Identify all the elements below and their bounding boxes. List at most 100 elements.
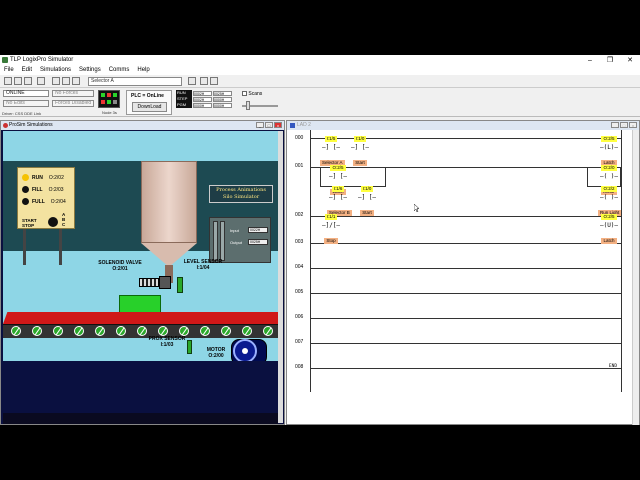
scan-slider-knob[interactable] [246,101,250,110]
mode-value: 0025H [213,90,232,96]
rung1-contact-start[interactable]: I:1/0 —] [— Start [356,177,378,219]
tools-icon[interactable] [188,77,196,85]
sim-vertical-scrollbar[interactable] [278,131,283,423]
mode-value: 0002H [193,90,212,96]
close-button[interactable]: ✕ [620,55,640,66]
end-label: END [608,364,618,369]
rung-number: 002 [295,212,304,218]
menu-bar: File Edit Simulations Settings Comms Hel… [0,66,640,75]
cut-icon[interactable] [52,77,60,85]
rung-line [311,293,621,294]
process-banner: Process Animations Silo Simulator [209,185,273,203]
maximize-button[interactable]: ❐ [600,55,620,66]
driver-status: Driver: CSS DDE Link [2,111,42,116]
otu-coil-icon: —(U)— [599,222,619,229]
new-file-icon[interactable] [4,77,12,85]
valve-body [159,276,171,289]
print-icon[interactable] [37,77,45,85]
start-stop-labels: START STOP [22,218,37,228]
selector-switch-labels[interactable]: ABC [62,212,65,227]
mode-panel: RUN 0002H 0025H STEP 0002H 0000H PGM 0000H 000… [176,90,238,115]
node-icon[interactable] [98,90,120,108]
right-power-rail [621,130,622,392]
scan-checkbox[interactable] [242,91,247,97]
fill-indicator: FILL O:2/03 [22,186,64,193]
panel-leg [59,229,62,265]
menu-comms[interactable]: Comms [105,66,134,75]
online-select[interactable]: ONLINE [3,90,49,97]
sim-title: ProSim Simulations [9,122,53,128]
menu-edit[interactable]: Edit [18,66,36,75]
menu-settings[interactable]: Settings [75,66,105,75]
conveyor-roller-icon [200,326,210,336]
solenoid-addr: O:2/01 [112,266,128,272]
zoom-out-icon[interactable] [210,77,218,85]
run-lamp-icon [22,174,29,181]
node-label: Node 3s [102,110,117,115]
fill-lamp-icon [22,186,29,193]
solenoid-valve [139,278,159,287]
menu-simulations[interactable]: Simulations [36,66,75,75]
solenoid-label: SOLENOID VALVE O:2/01 [97,260,143,272]
silo-scene: RUN O:2/02 FILL O:2/03 FULL O:2/04 START STO… [3,131,278,361]
simulation-window: ProSim Simulations _ □ x RUN O:2/02 FILL O:2… [0,120,285,425]
prox-addr: I:1/03 [160,342,174,348]
level-sensor [177,277,183,293]
conveyor-roller-icon [263,326,273,336]
prox-sensor [187,340,192,354]
conveyor-roller-icon [158,326,168,336]
sim-titlebar: ProSim Simulations _ □ x [1,121,284,130]
conveyor-belt [3,312,278,324]
conveyor-roller-icon [137,326,147,336]
contact-addr: I:1/1 [324,214,338,220]
app-title: TLP LogixPro Simulator [10,57,74,63]
minimize-button[interactable]: – [580,55,600,66]
control-bar: ONLINE No Forces No Edits Forces Disable… [0,88,640,117]
mode-value: 0000H [213,96,232,102]
ladder-close-button[interactable]: x [629,122,637,128]
level-sensor-label: LEVEL SENSOR I:1/04 [183,259,223,271]
selector-dropdown[interactable]: Selector A [88,77,182,86]
level-addr: I:1/04 [196,265,210,271]
sim-maximize-button[interactable]: □ [265,122,273,128]
ladder-vertical-scrollbar[interactable] [632,130,639,425]
full-label: FULL [32,198,45,205]
forces-disabled-select[interactable]: Forces Disabled [52,100,94,107]
coil-addr: O:2/5 [601,214,617,220]
menu-help[interactable]: Help [133,66,153,75]
rack-card [220,221,225,261]
menu-file[interactable]: File [0,66,18,75]
paste-icon[interactable] [72,77,80,85]
mode-value: 0002H [193,96,212,102]
open-file-icon[interactable] [14,77,22,85]
rung2-coil-unlatch[interactable]: O:2/5 —(U)— Latch [598,205,620,247]
copy-icon[interactable] [62,77,70,85]
coil-tag: Latch [601,238,617,244]
full-indicator: FULL O:2/04 [22,198,66,205]
download-button[interactable]: DownLoad [132,102,167,112]
mouse-cursor-icon [414,204,419,212]
rung-number: 001 [295,163,304,169]
start-stop-button[interactable] [48,217,58,227]
save-icon[interactable] [24,77,32,85]
contact-tag: Start [353,160,367,166]
zoom-in-icon[interactable] [200,77,208,85]
ladder-window: LAD 2 _ □ x 000 001 002 003 004 005 006 00… [286,120,640,425]
forces-select[interactable]: No Forces [52,90,94,97]
edits-select[interactable]: No Edits [3,100,49,107]
rung0-contact-start[interactable]: I:1/0 —] [— Start [349,127,371,169]
mode-pgm-row[interactable]: PGM 0000H 0000H [176,102,238,108]
xic-icon: —] [— [328,194,348,201]
sim-minimize-button[interactable]: _ [256,122,264,128]
rung2-contact-stop[interactable]: I:1/1 —]/[— Stop [320,205,342,247]
ladder-maximize-button[interactable]: □ [620,122,628,128]
ladder-icon [290,123,295,128]
rack-input-value: 0022H [248,227,268,233]
run-addr: O:2/02 [48,174,64,181]
run-indicator: RUN O:2/02 [22,174,64,181]
sim-close-button[interactable]: x [274,122,282,128]
rung-number: 006 [295,314,304,320]
panel-leg [23,229,26,265]
sim-bottom-bar [3,413,278,424]
xic-icon: —] [— [350,144,370,151]
